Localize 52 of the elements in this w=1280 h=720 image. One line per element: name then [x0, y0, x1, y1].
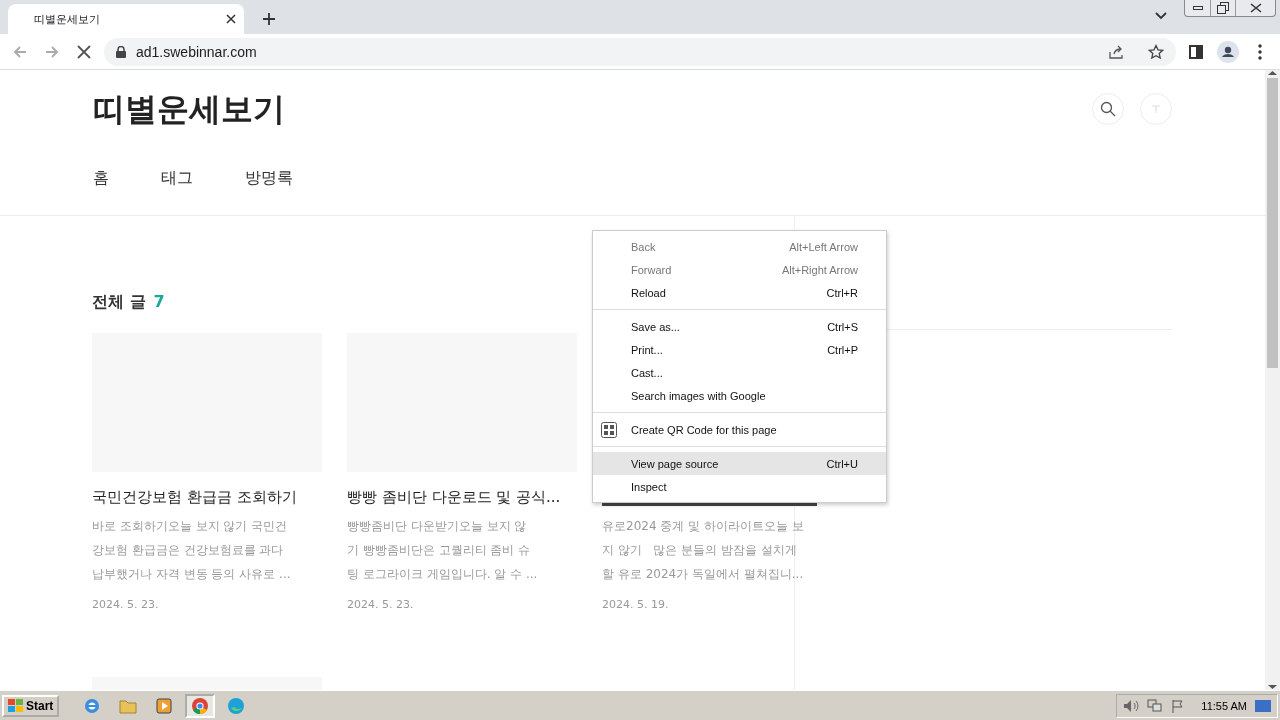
flag-icon[interactable]: [1171, 698, 1186, 713]
plus-icon[interactable]: [262, 12, 276, 26]
post-excerpt: 빵빵좀비단 다운받기오늘 보지 않 기 빵빵좀비단은 고퀄리티 좀비 슈 팅 로그라이크 게임입니다. 알 수 ...: [347, 518, 539, 583]
menu-item[interactable]: Search images with Google: [593, 384, 886, 407]
menu-item[interactable]: Create QR Code for this page: [593, 418, 886, 441]
tab-title: 띠별운세보기: [34, 11, 101, 27]
url-text: ad1.swebinnar.com: [136, 43, 258, 60]
post-date: 2024. 5. 23.: [92, 598, 160, 611]
post-excerpt: 유로2024 중계 및 하이라이트오늘 보 지 않기 많은 분들의 밤잠을 설치게 할 유로 2024가 독일에서 펼쳐집니...: [602, 518, 805, 583]
share-icon[interactable]: [1108, 43, 1124, 60]
browser-tab[interactable]: 띠별운세보기: [8, 4, 244, 34]
address-bar[interactable]: ad1.swebinnar.com: [104, 37, 1176, 66]
section-title: 전체 글: [92, 292, 146, 313]
nav-link[interactable]: 홈: [93, 168, 109, 189]
t-shape-icon: [1152, 105, 1160, 113]
post-count: 7: [153, 292, 165, 313]
browser-e-icon: [83, 696, 102, 715]
menu-item[interactable]: Inspect: [593, 475, 886, 498]
menu-item[interactable]: View page source Ctrl+U: [593, 452, 886, 475]
show-desktop-icon[interactable]: [1255, 699, 1271, 712]
menu-item[interactable]: Save as... Ctrl+S: [593, 315, 886, 338]
network-icon[interactable]: [1147, 698, 1164, 713]
site-title[interactable]: 띠별운세보기: [93, 88, 1172, 132]
qr-code-icon: [601, 421, 617, 438]
scrollbar[interactable]: [1265, 70, 1280, 690]
star-icon[interactable]: [1148, 43, 1164, 60]
post-date: 2024. 5. 23.: [347, 598, 415, 611]
clock: 11:55 AM: [1201, 699, 1247, 712]
search-icon: [1100, 101, 1116, 117]
profile-icon[interactable]: [1216, 39, 1240, 64]
folder-icon: [119, 697, 138, 714]
lock-icon: [116, 45, 126, 58]
chevron-down-icon[interactable]: [1155, 12, 1167, 20]
post-excerpt: 바로 조회하기오늘 보지 않기 국민건 강보험 환급금은 건강보험료를 과다 납부했거나 자격 변동 등의 사유로 ...: [92, 518, 292, 583]
nav-link[interactable]: 방명록: [245, 168, 293, 189]
minimize-icon: [1192, 5, 1203, 11]
edge-icon: [227, 696, 246, 715]
menu-item[interactable]: Print... Ctrl+P: [593, 338, 886, 361]
post-title[interactable]: 빵빵 좀비단 다운로드 및 공식...: [347, 488, 577, 508]
taskbar-app[interactable]: [185, 693, 216, 718]
chrome-icon: [191, 696, 210, 715]
media-player-icon: [156, 697, 173, 714]
menu-item[interactable]: Reload Ctrl+R: [593, 281, 886, 304]
close-icon[interactable]: [226, 14, 236, 24]
post-title[interactable]: 국민건강보험 환급금 조회하기: [92, 488, 322, 508]
nav-link[interactable]: 태그: [161, 168, 193, 189]
windows-logo-icon: [8, 698, 24, 713]
post-date: 2024. 5. 19.: [602, 598, 670, 611]
close-icon: [1249, 3, 1262, 13]
start-button[interactable]: Start: [2, 694, 60, 717]
menu-item[interactable]: Cast...: [593, 361, 886, 384]
speaker-icon[interactable]: [1123, 698, 1140, 713]
